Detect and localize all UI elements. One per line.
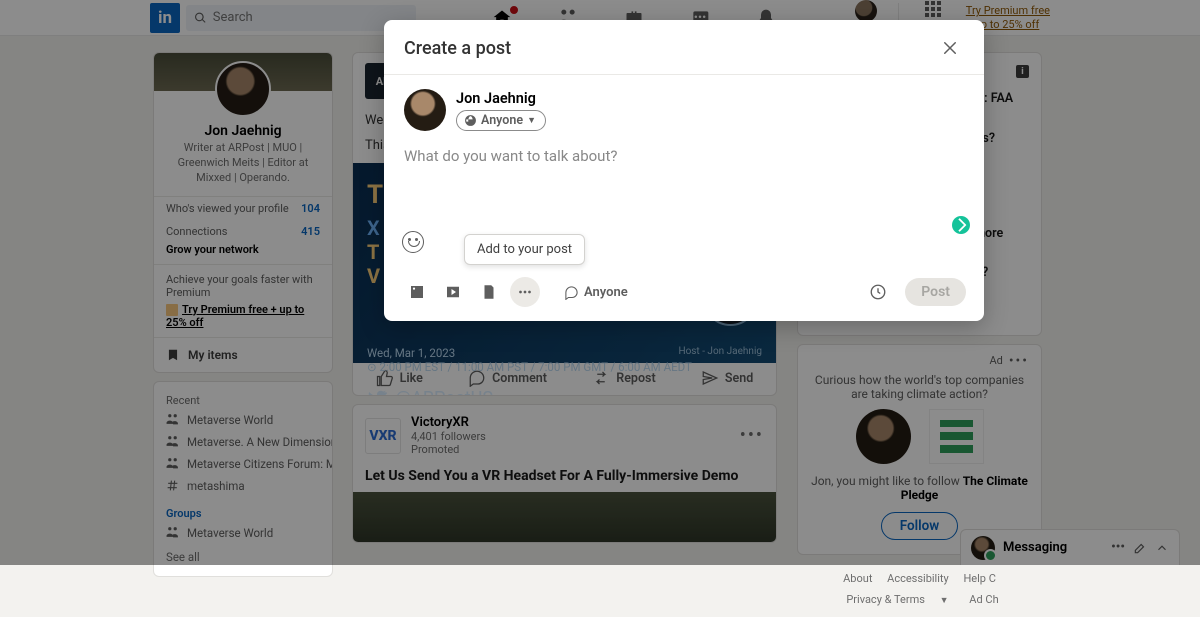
grammarly-icon[interactable]: [952, 216, 970, 234]
footer-privacy[interactable]: Privacy & Terms ▼: [840, 593, 954, 606]
close-button[interactable]: [936, 34, 964, 62]
comment-visibility[interactable]: Anyone: [564, 285, 628, 300]
post-textarea[interactable]: [404, 147, 964, 213]
footer-about[interactable]: About: [843, 572, 872, 585]
add-video-button[interactable]: [438, 277, 468, 307]
add-document-button[interactable]: [474, 277, 504, 307]
modal-footer: Anyone Post: [384, 265, 984, 321]
more-icon: [516, 283, 534, 301]
post-button[interactable]: Post: [905, 278, 966, 306]
clock-icon: [869, 283, 887, 301]
visibility-selector[interactable]: Anyone ▼: [456, 110, 546, 131]
footer-adchoices[interactable]: Ad Ch: [969, 593, 998, 606]
document-icon: [480, 283, 498, 301]
footer-links: About Accessibility Help C Privacy & Ter…: [797, 563, 1042, 617]
globe-icon: [464, 114, 477, 127]
schedule-button[interactable]: [865, 279, 891, 305]
close-icon: [941, 39, 959, 57]
add-to-post-tooltip: Add to your post: [464, 234, 585, 265]
footer-help[interactable]: Help C: [963, 572, 995, 585]
author-avatar: [404, 89, 446, 131]
comment-icon: [564, 285, 579, 300]
footer-accessibility[interactable]: Accessibility: [887, 572, 949, 585]
modal-title: Create a post: [404, 38, 511, 59]
add-more-button[interactable]: [510, 277, 540, 307]
image-icon: [408, 283, 426, 301]
create-post-modal: Create a post Jon Jaehnig Anyone ▼ Add t…: [384, 20, 984, 321]
add-image-button[interactable]: [402, 277, 432, 307]
author-name: Jon Jaehnig: [456, 90, 546, 107]
video-icon: [444, 283, 462, 301]
emoji-button[interactable]: [402, 231, 424, 253]
